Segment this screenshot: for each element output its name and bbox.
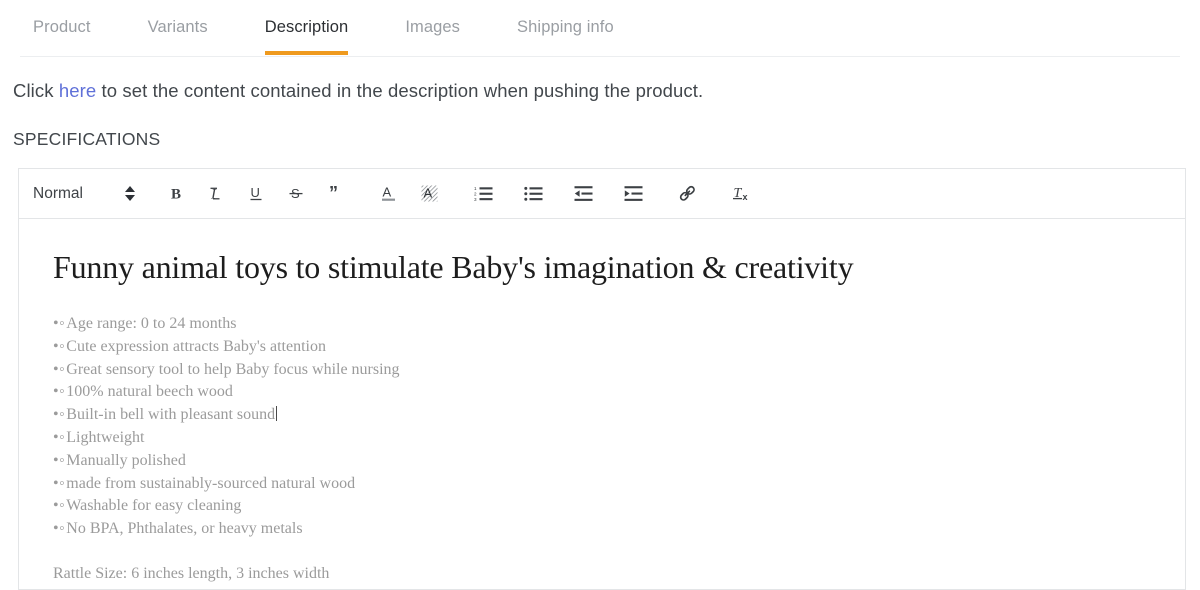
hint-here-link[interactable]: here <box>59 80 96 101</box>
list-item-text: made from sustainably-sourced natural wo… <box>66 474 356 492</box>
list-marker: •◦ <box>53 406 66 424</box>
list-item-text: Lightweight <box>66 428 145 446</box>
clear-formatting-icon: T x <box>732 186 747 202</box>
svg-text:x: x <box>742 192 747 202</box>
list-item: •◦Cute expression attracts Baby's attent… <box>53 336 1161 359</box>
editor-content[interactable]: Funny animal toys to stimulate Baby's im… <box>19 219 1185 589</box>
strikethrough-icon: S <box>289 186 303 201</box>
specifications-heading: SPECIFICATIONS <box>13 129 161 149</box>
link-button[interactable] <box>671 177 705 211</box>
list-item-text: Age range: 0 to 24 months <box>66 315 237 332</box>
hint-text-before: Click <box>13 80 59 101</box>
specification-list: •◦Age range: 0 to 24 months •◦Cute expre… <box>35 313 1161 541</box>
svg-text:3: 3 <box>474 197 477 202</box>
tab-product[interactable]: Product <box>33 0 91 54</box>
list-item-text: Great sensory tool to help Baby focus wh… <box>66 360 400 378</box>
underline-icon: U <box>250 185 262 201</box>
bold-icon: B <box>171 187 181 203</box>
list-item-text: Cute expression attracts Baby's attentio… <box>66 337 326 355</box>
list-marker: •◦ <box>53 520 66 538</box>
list-item: •◦Built-in bell with pleasant sound <box>53 404 1161 427</box>
list-item-text: Manually polished <box>66 451 186 469</box>
svg-text:”: ” <box>329 185 338 202</box>
tab-bar: Product Variants Description Images Ship… <box>20 0 1180 57</box>
indent-icon <box>624 186 643 201</box>
list-item: •◦Manually polished <box>53 450 1161 473</box>
list-item-text: Built-in bell with pleasant sound <box>66 406 276 424</box>
tab-variants[interactable]: Variants <box>148 0 208 54</box>
text-cursor <box>276 406 278 422</box>
rich-text-editor: Normal B I U S ” A A 1 2 3 T x Funny ani… <box>18 168 1186 590</box>
description-hint: Click here to set the content contained … <box>13 80 1200 102</box>
list-marker: •◦ <box>53 360 66 378</box>
tab-images[interactable]: Images <box>405 0 460 54</box>
svg-text:2: 2 <box>474 192 477 197</box>
list-item: •◦100% natural beech wood <box>53 381 1161 404</box>
italic-button[interactable]: I <box>200 177 234 211</box>
list-item: •◦Age range: 0 to 24 months <box>53 313 1161 336</box>
list-item: •◦made from sustainably-sourced natural … <box>53 473 1161 496</box>
list-marker: •◦ <box>53 474 66 492</box>
list-item-text: Washable for easy cleaning <box>66 497 242 515</box>
list-marker: •◦ <box>53 428 66 446</box>
ordered-list-button[interactable]: 1 2 3 <box>467 177 501 211</box>
list-marker: •◦ <box>53 497 66 515</box>
list-marker: •◦ <box>53 337 66 355</box>
strikethrough-button[interactable]: S <box>280 177 314 211</box>
format-select[interactable]: Normal <box>33 185 142 203</box>
link-icon <box>680 185 696 201</box>
document-title: Funny animal toys to stimulate Baby's im… <box>53 249 854 285</box>
svg-text:U: U <box>251 185 260 200</box>
svg-text:A: A <box>424 186 433 201</box>
list-marker: •◦ <box>53 451 66 469</box>
bold-button[interactable]: B <box>160 177 194 211</box>
list-item-text: No BPA, Phthalates, or heavy metals <box>66 520 303 538</box>
underline-button[interactable]: U <box>240 177 274 211</box>
indent-button[interactable] <box>617 177 651 211</box>
bullet-list-button[interactable] <box>517 177 551 211</box>
list-item: •◦Washable for easy cleaning <box>53 495 1161 518</box>
svg-text:B: B <box>171 187 181 203</box>
list-marker: •◦ <box>53 315 66 332</box>
quote-icon: ” <box>329 185 338 202</box>
svg-text:1: 1 <box>474 186 477 191</box>
list-item: •◦No BPA, Phthalates, or heavy metals <box>53 518 1161 541</box>
clear-format-button[interactable]: T x <box>725 177 759 211</box>
background-color-button[interactable]: A <box>413 177 447 211</box>
background-color-icon: A <box>421 185 438 202</box>
outdent-button[interactable] <box>567 177 601 211</box>
blockquote-button[interactable]: ” <box>320 177 354 211</box>
text-color-icon: A <box>382 185 396 201</box>
italic-icon: I <box>210 187 220 202</box>
format-select-value: Normal <box>33 184 83 202</box>
list-item: •◦Lightweight <box>53 427 1161 450</box>
ordered-list-icon: 1 2 3 <box>474 186 493 202</box>
updown-chevron-icon <box>124 185 136 202</box>
hint-text-after: to set the content contained in the desc… <box>96 80 704 101</box>
svg-text:A: A <box>383 185 392 200</box>
list-marker: •◦ <box>53 383 66 401</box>
list-item: •◦Great sensory tool to help Baby focus … <box>53 359 1161 382</box>
bullet-list-icon <box>524 186 543 201</box>
tab-shipping-info[interactable]: Shipping info <box>517 0 614 54</box>
rattle-size-line: Rattle Size: 6 inches length, 3 inches w… <box>53 564 330 582</box>
tab-description[interactable]: Description <box>264 0 349 55</box>
outdent-icon <box>574 186 593 201</box>
text-color-button[interactable]: A <box>373 177 407 211</box>
editor-toolbar: Normal B I U S ” A A 1 2 3 T x <box>19 169 1185 219</box>
list-item-text: 100% natural beech wood <box>66 383 233 401</box>
